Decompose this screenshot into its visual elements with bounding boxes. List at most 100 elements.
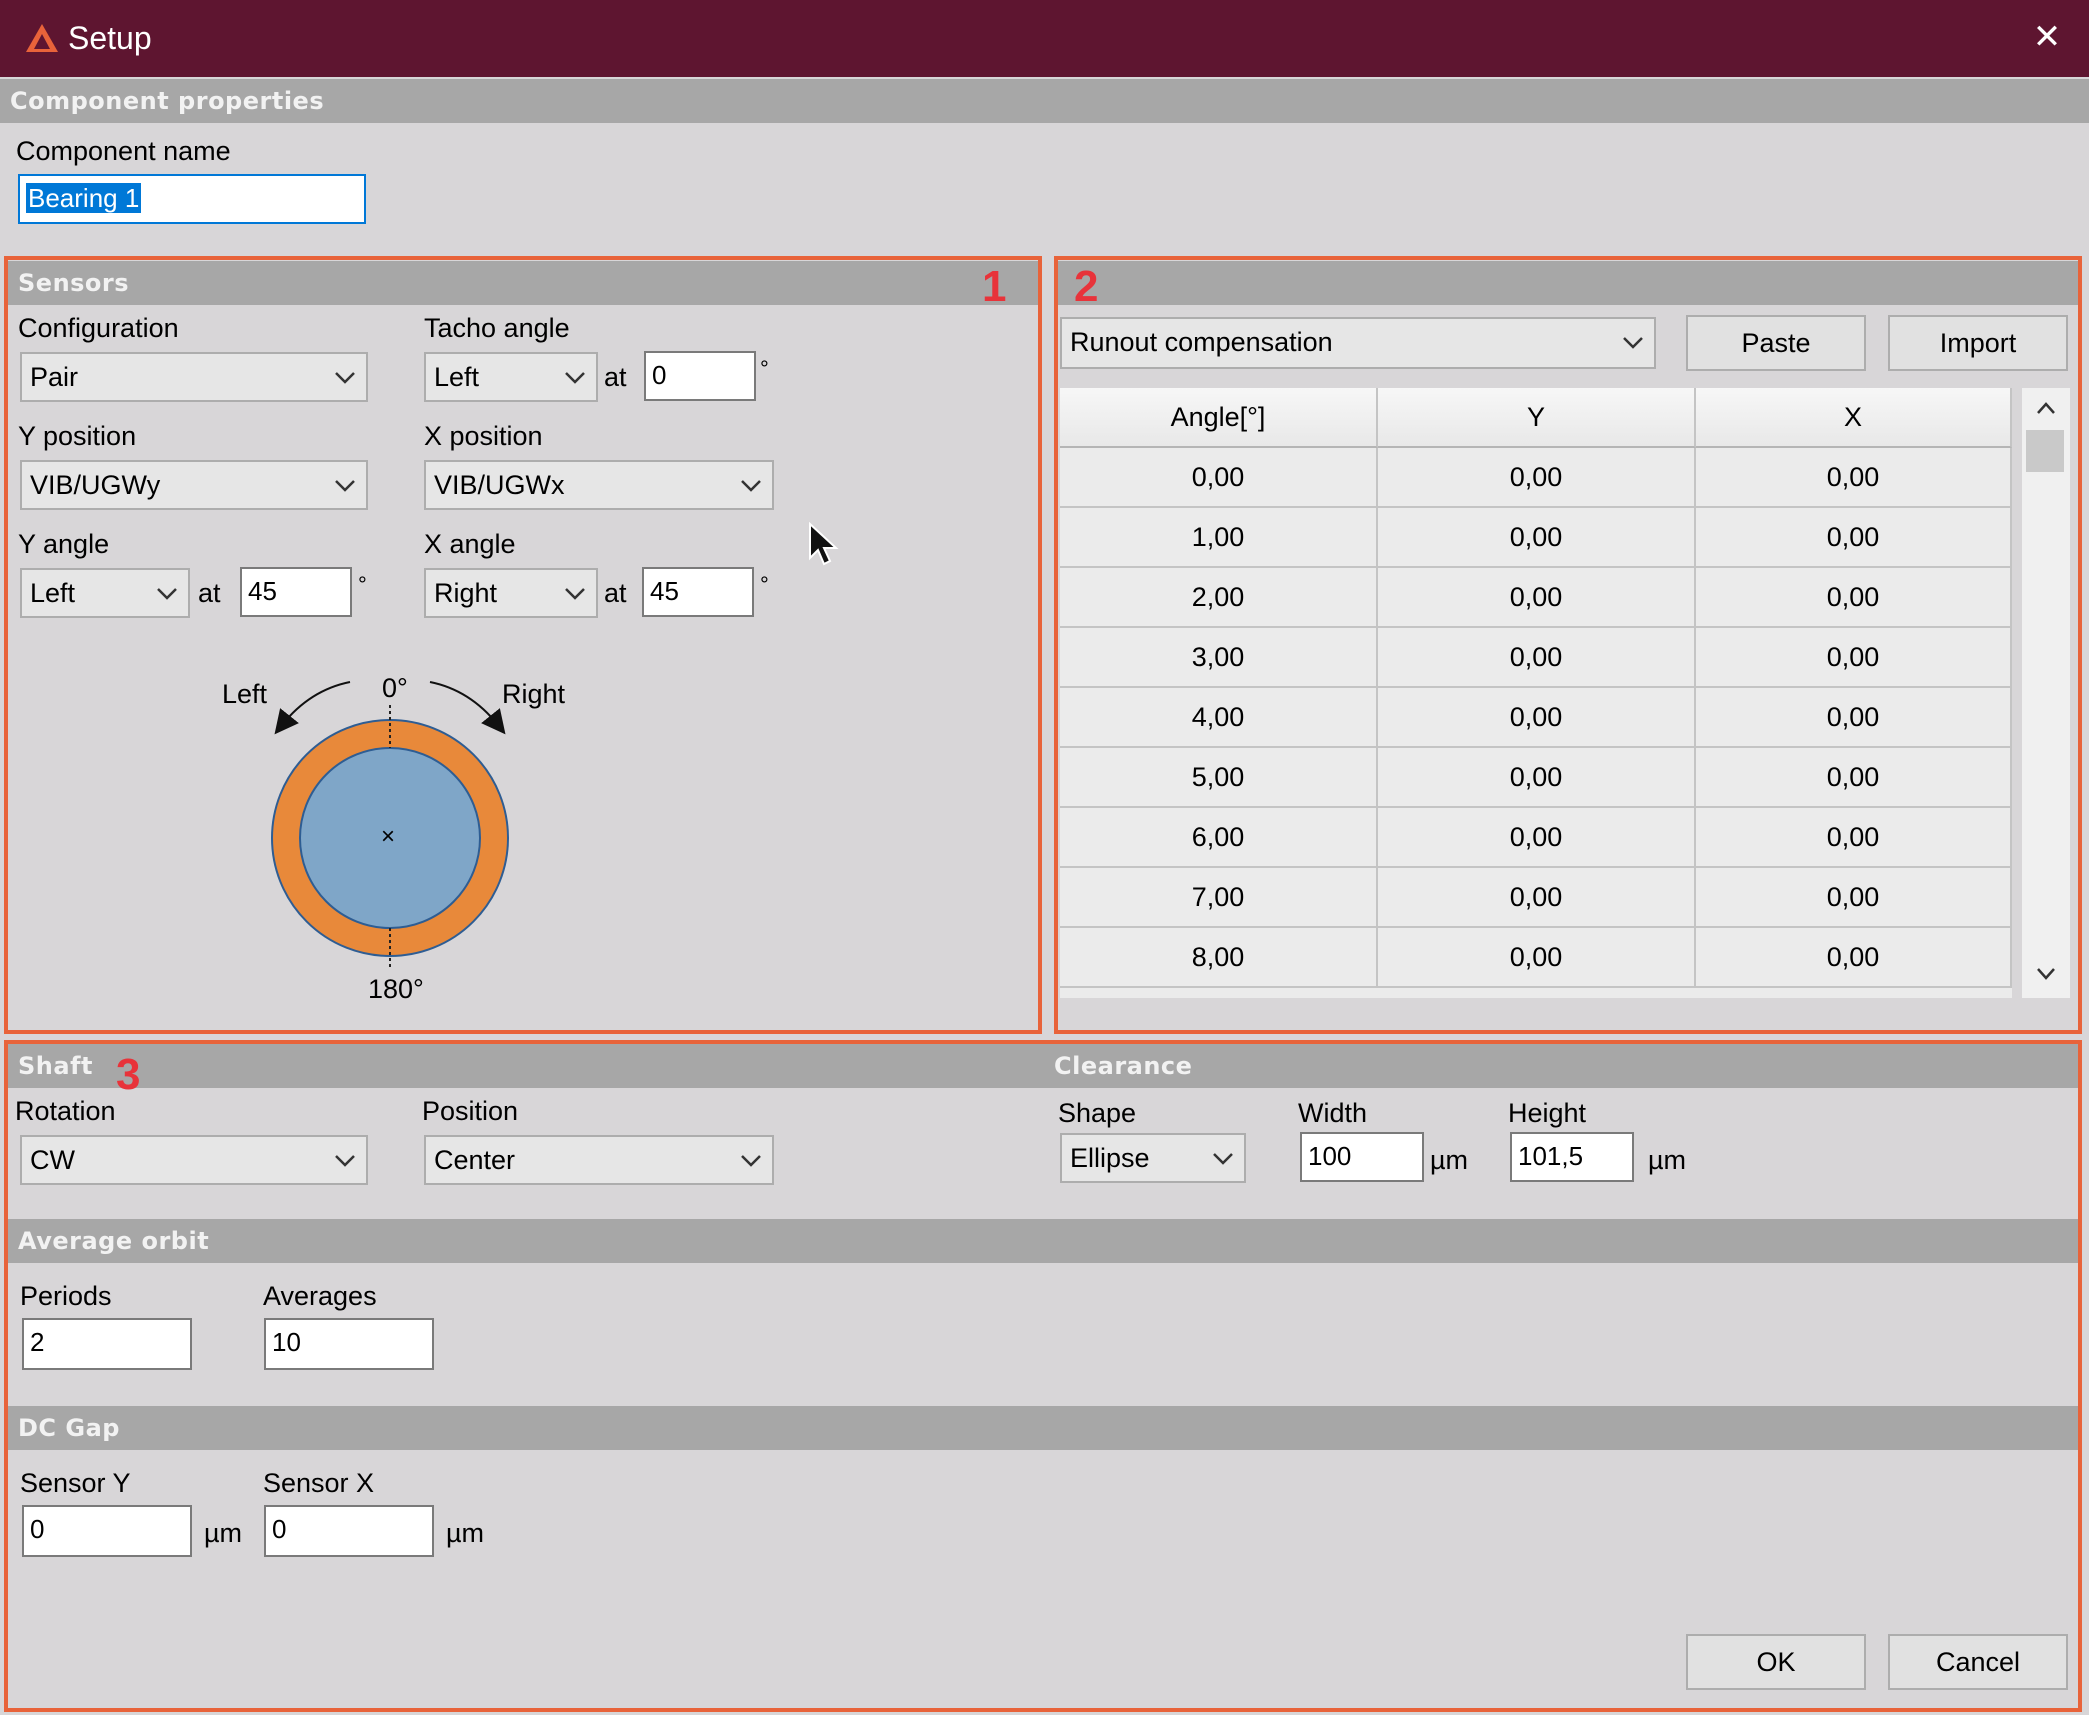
- runout-table: Angle[°] Y X 0,00 0,00 0,00 1,00 0,00 0,…: [1060, 388, 2012, 998]
- table-cell[interactable]: 6,00: [1060, 808, 1378, 868]
- ok-button[interactable]: OK: [1686, 1634, 1866, 1690]
- table-cell[interactable]: 0,00: [1378, 748, 1696, 808]
- import-button[interactable]: Import: [1888, 315, 2068, 371]
- clearance-header: Clearance: [1054, 1052, 1193, 1080]
- component-name-input[interactable]: Bearing 1: [18, 174, 366, 224]
- position-label: Position: [422, 1096, 519, 1126]
- table-cell[interactable]: 0,00: [1378, 568, 1696, 628]
- height-unit: µm: [1648, 1145, 1687, 1175]
- table-cell[interactable]: 0,00: [1378, 448, 1696, 508]
- runout-header-bar: [1058, 261, 2078, 305]
- table-cell[interactable]: 4,00: [1060, 688, 1378, 748]
- runout-mode-value: Runout compensation: [1070, 327, 1333, 357]
- table-scrollbar[interactable]: [2022, 388, 2070, 998]
- position-select[interactable]: Center: [424, 1135, 774, 1185]
- width-input[interactable]: 100: [1300, 1132, 1424, 1182]
- table-cell[interactable]: 0,00: [1696, 808, 2012, 868]
- paste-button[interactable]: Paste: [1686, 315, 1866, 371]
- table-cell[interactable]: 7,00: [1060, 868, 1378, 928]
- column-header-x[interactable]: X: [1696, 388, 2012, 448]
- table-cell[interactable]: 0,00: [1378, 688, 1696, 748]
- chevron-down-icon: [565, 372, 585, 384]
- component-name-value: Bearing 1: [26, 183, 142, 213]
- table-cell[interactable]: 5,00: [1060, 748, 1378, 808]
- table-cell[interactable]: 0,00: [1378, 928, 1696, 988]
- rotation-select[interactable]: CW: [20, 1135, 368, 1185]
- y-angle-select[interactable]: Left: [20, 568, 190, 618]
- configuration-select[interactable]: Pair: [20, 352, 368, 402]
- column-header-angle[interactable]: Angle[°]: [1060, 388, 1378, 448]
- window-title: Setup: [68, 20, 152, 56]
- table-cell[interactable]: 3,00: [1060, 628, 1378, 688]
- x-position-select[interactable]: VIB/UGWx: [424, 460, 774, 510]
- shaft-clearance-header-bar: [8, 1044, 2078, 1088]
- dc-gap-header: DC Gap: [8, 1406, 2078, 1450]
- table-cell[interactable]: 1,00: [1060, 508, 1378, 568]
- averages-input[interactable]: 10: [264, 1318, 434, 1370]
- average-orbit-header: Average orbit: [8, 1219, 2078, 1263]
- shaft-header: Shaft: [18, 1052, 93, 1080]
- table-cell[interactable]: 8,00: [1060, 928, 1378, 988]
- table-cell[interactable]: 0,00: [1378, 508, 1696, 568]
- rotation-value: CW: [30, 1145, 75, 1175]
- table-cell[interactable]: 0,00: [1696, 928, 2012, 988]
- position-value: Center: [434, 1145, 516, 1175]
- tacho-at-label: at: [604, 362, 627, 392]
- height-label: Height: [1508, 1098, 1587, 1128]
- y-angle-input[interactable]: 45: [240, 567, 352, 617]
- cancel-button[interactable]: Cancel: [1888, 1634, 2068, 1690]
- runout-mode-select[interactable]: Runout compensation: [1060, 317, 1656, 369]
- table-cell[interactable]: 0,00: [1696, 628, 2012, 688]
- x-angle-select[interactable]: Right: [424, 568, 598, 618]
- y-position-select[interactable]: VIB/UGWy: [20, 460, 368, 510]
- app-logo-icon: [26, 24, 58, 52]
- y-angle-at-label: at: [198, 578, 221, 608]
- table-cell[interactable]: 0,00: [1378, 628, 1696, 688]
- close-icon[interactable]: ✕: [2024, 14, 2070, 60]
- table-cell[interactable]: 0,00: [1060, 448, 1378, 508]
- y-angle-label: Y angle: [18, 529, 110, 559]
- table-cell[interactable]: 0,00: [1696, 508, 2012, 568]
- title-bar: [0, 0, 2089, 77]
- shape-label: Shape: [1058, 1098, 1137, 1128]
- sensor-x-label: Sensor X: [263, 1468, 375, 1498]
- table-cell[interactable]: 0,00: [1696, 568, 2012, 628]
- table-cell[interactable]: 0,00: [1696, 868, 2012, 928]
- shape-value: Ellipse: [1070, 1143, 1150, 1173]
- tacho-degree-unit: °: [760, 356, 769, 381]
- height-input[interactable]: 101,5: [1510, 1132, 1634, 1182]
- tacho-angle-input[interactable]: 0: [644, 351, 756, 401]
- tacho-angle-select[interactable]: Left: [424, 352, 598, 402]
- component-properties-header: Component properties: [0, 79, 2089, 123]
- chevron-down-icon: [1623, 337, 1643, 349]
- shape-select[interactable]: Ellipse: [1060, 1133, 1246, 1183]
- scrollbar-thumb[interactable]: [2026, 430, 2064, 472]
- averages-label: Averages: [263, 1281, 377, 1311]
- x-angle-input[interactable]: 45: [642, 567, 754, 617]
- table-cell[interactable]: 0,00: [1696, 688, 2012, 748]
- width-unit: µm: [1430, 1145, 1469, 1175]
- y-angle-value: Left: [30, 578, 76, 608]
- scroll-up-icon[interactable]: [2034, 398, 2058, 418]
- periods-input[interactable]: 2: [22, 1318, 192, 1370]
- table-cell[interactable]: 2,00: [1060, 568, 1378, 628]
- table-cell[interactable]: 0,00: [1696, 748, 2012, 808]
- chevron-down-icon: [741, 480, 761, 492]
- column-header-y[interactable]: Y: [1378, 388, 1696, 448]
- x-position-label: X position: [424, 421, 543, 451]
- mouse-cursor-icon: [809, 522, 839, 566]
- table-cell[interactable]: 0,00: [1378, 808, 1696, 868]
- chevron-down-icon: [1213, 1153, 1233, 1165]
- annotation-number-3: 3: [116, 1050, 141, 1099]
- sensor-y-input[interactable]: 0: [22, 1505, 192, 1557]
- y-position-value: VIB/UGWy: [30, 470, 161, 500]
- sensor-x-input[interactable]: 0: [264, 1505, 434, 1557]
- sensors-header: Sensors: [8, 261, 1038, 305]
- rotation-label: Rotation: [15, 1096, 116, 1126]
- x-angle-degree-unit: °: [760, 572, 769, 597]
- sensor-y-unit: µm: [204, 1518, 243, 1548]
- table-cell[interactable]: 0,00: [1696, 448, 2012, 508]
- chevron-down-icon: [157, 588, 177, 600]
- scroll-down-icon[interactable]: [2034, 964, 2058, 984]
- table-cell[interactable]: 0,00: [1378, 868, 1696, 928]
